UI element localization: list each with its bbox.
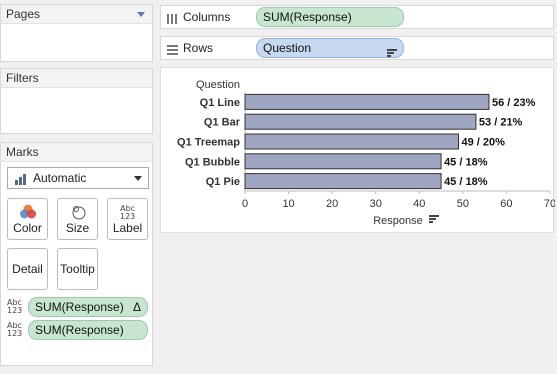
text-label-icon: Abc 123	[120, 204, 136, 221]
size-label: Size	[65, 221, 90, 235]
rows-shelf[interactable]: Rows Question	[160, 36, 554, 60]
columns-label: Columns	[183, 10, 231, 24]
detail-button[interactable]: Detail	[7, 248, 48, 290]
x-axis-title: Response	[373, 215, 423, 227]
mark-type-select[interactable]: Automatic	[7, 167, 149, 189]
x-tick-label: 0	[242, 198, 248, 210]
label-label: Label	[112, 221, 143, 235]
field-type-icon: Abc 123	[7, 321, 23, 338]
data-label: 56 / 23%	[492, 97, 536, 109]
pill-text: SUM(Response)	[35, 323, 124, 337]
filters-card[interactable]: Filters	[0, 68, 153, 134]
x-tick-label: 40	[413, 198, 425, 210]
x-tick-label: 20	[326, 198, 338, 210]
columns-pill[interactable]: SUM(Response)	[256, 7, 404, 27]
detail-label: Detail	[12, 262, 43, 276]
bar	[244, 153, 442, 170]
color-icon	[8, 203, 47, 221]
size-button[interactable]: Size	[57, 198, 98, 240]
pill-text: SUM(Response)	[263, 10, 352, 24]
bar	[244, 173, 442, 190]
marks-card: Marks Automatic Color Size Abc 123 Label	[0, 142, 153, 366]
sort-icon[interactable]	[429, 215, 439, 223]
pages-dropdown-icon[interactable]	[137, 12, 145, 17]
delta-icon: Δ	[132, 300, 141, 314]
x-tick-label: 60	[500, 198, 512, 210]
category-label: Q1 Bubble	[185, 156, 240, 168]
pages-card: Pages	[0, 4, 153, 62]
data-label: 45 / 18%	[444, 156, 488, 168]
rows-pill[interactable]: Question	[256, 38, 404, 58]
size-icon	[58, 203, 97, 221]
bar	[244, 133, 459, 150]
chevron-down-icon	[134, 176, 142, 181]
color-label: Color	[13, 221, 42, 235]
tooltip-button[interactable]: Tooltip	[57, 248, 98, 290]
row-header: Question	[196, 79, 240, 91]
marks-title: Marks	[1, 143, 152, 162]
sort-icon[interactable]	[387, 44, 397, 62]
pill-text: Question	[263, 41, 312, 55]
bar	[244, 93, 490, 110]
mark-type-value: Automatic	[33, 171, 87, 185]
rows-label: Rows	[183, 41, 214, 55]
columns-shelf[interactable]: Columns SUM(Response)	[160, 5, 554, 29]
category-label: Q1 Line	[200, 97, 240, 109]
field-type-icon: Abc 123	[7, 298, 23, 315]
x-tick-label: 70	[544, 198, 555, 210]
pill-text: SUM(Response)	[35, 300, 124, 314]
chart-view: Question Q1 Line 56 / 23% Q1 Bar 53 / 21% Q1 …	[160, 67, 555, 233]
rows-icon	[167, 44, 178, 55]
filters-title: Filters	[1, 69, 152, 88]
color-button[interactable]: Color	[7, 198, 48, 240]
x-tick-label: 30	[370, 198, 382, 210]
category-label: Q1 Treemap	[177, 137, 240, 149]
data-label: 49 / 20%	[462, 137, 506, 149]
marks-field-pill-text[interactable]: SUM(Response)	[28, 320, 148, 340]
data-label: 45 / 18%	[444, 176, 488, 188]
bar-chart-icon	[15, 173, 29, 185]
bar-chart: Question Q1 Line 56 / 23% Q1 Bar 53 / 21% Q1 …	[177, 79, 555, 227]
bar	[244, 113, 477, 130]
category-label: Q1 Pie	[206, 176, 240, 188]
data-label: 53 / 21%	[479, 117, 523, 129]
category-label: Q1 Bar	[204, 117, 241, 129]
columns-icon	[167, 13, 178, 24]
label-button[interactable]: Abc 123 Label	[107, 198, 148, 240]
x-tick-label: 10	[282, 198, 294, 210]
marks-field-pill-label[interactable]: SUM(Response) Δ	[28, 297, 148, 317]
pages-title: Pages	[1, 5, 152, 24]
x-tick-label: 50	[457, 198, 469, 210]
tooltip-label: Tooltip	[60, 262, 95, 276]
